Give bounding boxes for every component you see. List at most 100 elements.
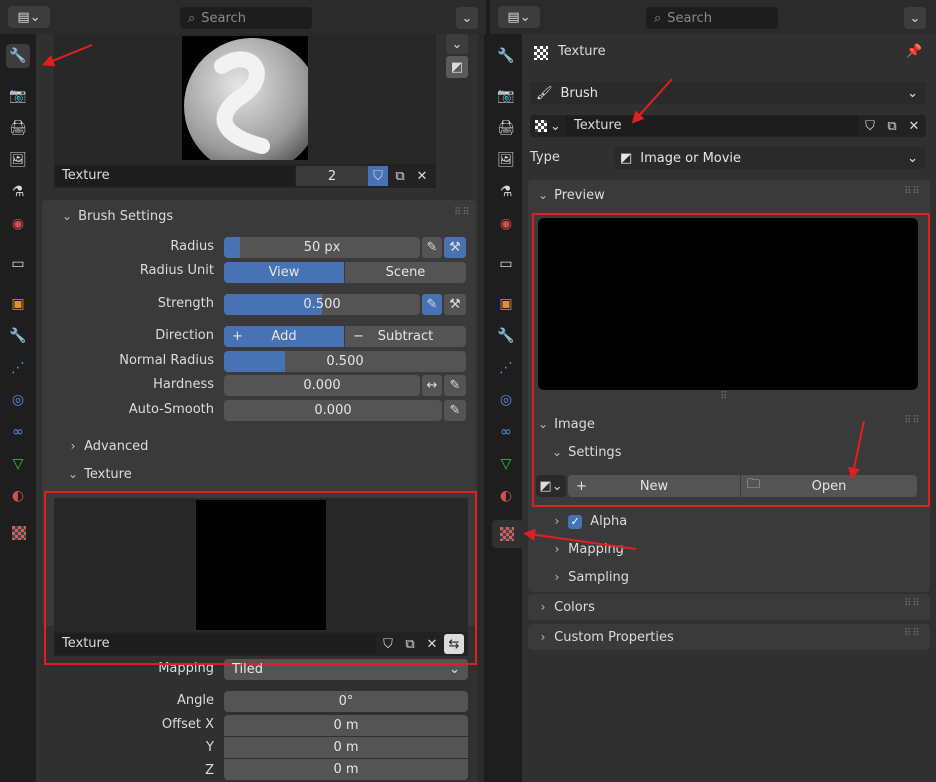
- material-tab-icon[interactable]: ◐: [6, 484, 30, 508]
- tool-icon: ⚒: [449, 297, 461, 312]
- output-tab-icon[interactable]: 🖨: [6, 116, 30, 140]
- brush-thumbnail[interactable]: [182, 36, 308, 160]
- scene-tab-icon[interactable]: ⚗: [494, 180, 518, 204]
- texture-tab-active[interactable]: [492, 520, 522, 548]
- left-tab-bar: 🔧 📷 🖨 🖼 ⚗ ◉ ▭ ▣ 🔧 ⋰ ◎ ∞ ▽ ◐: [0, 34, 36, 782]
- radius-label: Radius: [170, 239, 214, 254]
- tool-tab-icon[interactable]: 🔧: [6, 44, 30, 68]
- duplicate-button[interactable]: ⧉: [390, 166, 410, 186]
- radius-unit-scene[interactable]: Scene: [345, 262, 466, 283]
- drag-handle-icon[interactable]: ⠿⠿: [904, 628, 921, 639]
- preview-header[interactable]: ⌄ Preview: [536, 185, 836, 205]
- strength-pressure-button[interactable]: ✎: [422, 294, 442, 315]
- type-dropdown[interactable]: ◩ Image or Movie ⌄: [614, 147, 926, 169]
- radius-field[interactable]: 50 px: [224, 237, 420, 258]
- search-input[interactable]: ⌕ Search: [646, 7, 778, 29]
- normal-radius-label: Normal Radius: [119, 353, 214, 368]
- auto-smooth-field[interactable]: 0.000: [224, 400, 442, 421]
- drag-handle-icon[interactable]: ⠿⠿: [904, 598, 921, 609]
- hardness-pressure-button[interactable]: ✎: [444, 375, 466, 396]
- fake-user-button[interactable]: ⛉: [368, 166, 388, 186]
- normal-radius-field[interactable]: 0.500: [224, 351, 466, 372]
- close-icon: ✕: [416, 168, 428, 184]
- physics-tab-icon[interactable]: ◎: [494, 388, 518, 412]
- texture-tab-icon[interactable]: [12, 526, 26, 540]
- direction-subtract-button[interactable]: − Subtract: [345, 326, 466, 347]
- chevron-down-icon: ⌄: [461, 10, 473, 26]
- collection-tab-icon[interactable]: ▭: [494, 252, 518, 276]
- unlink-button[interactable]: ✕: [412, 166, 432, 186]
- texture-datablock-row: ⌄ Texture ⛉ ⧉ ✕: [530, 115, 926, 137]
- object-tab-icon[interactable]: ▣: [494, 292, 518, 316]
- view-layer-tab-icon[interactable]: 🖼: [494, 148, 518, 172]
- auto-smooth-label: Auto-Smooth: [128, 402, 214, 417]
- offset-x-field[interactable]: 0 m: [224, 715, 468, 736]
- pin-icon[interactable]: 📌: [906, 44, 922, 59]
- close-icon: ✕: [908, 118, 920, 134]
- view-layer-tab-icon[interactable]: 🖼: [6, 148, 30, 172]
- radius-unified-button[interactable]: ⚒: [444, 237, 466, 258]
- direction-label: Direction: [155, 328, 214, 343]
- search-input[interactable]: ⌕ Search: [180, 7, 312, 29]
- strength-unified-button[interactable]: ⚒: [444, 294, 466, 315]
- duplicate-button[interactable]: ⧉: [882, 116, 902, 136]
- image-browse-button[interactable]: ◩: [446, 56, 468, 78]
- hardness-invert-button[interactable]: ↔: [422, 375, 442, 396]
- particles-tab-icon[interactable]: ⋰: [494, 356, 518, 380]
- texture-name-field[interactable]: Texture: [566, 116, 858, 136]
- radius-unit-view[interactable]: View: [224, 262, 344, 283]
- copy-icon: ⧉: [887, 118, 897, 134]
- scene-tab-icon[interactable]: ⚗: [6, 180, 30, 204]
- advanced-subpanel-header[interactable]: › Advanced: [66, 436, 366, 456]
- offset-y-field[interactable]: 0 m: [224, 737, 468, 758]
- brush-selector[interactable]: 🖌 Brush ⌄: [530, 82, 926, 104]
- tool-tab-icon[interactable]: 🔧: [494, 44, 518, 68]
- auto-smooth-pressure-button[interactable]: ✎: [444, 400, 466, 421]
- custom-properties-header[interactable]: › Custom Properties: [536, 627, 836, 647]
- alpha-checkbox[interactable]: ✓: [568, 515, 583, 529]
- world-tab-icon[interactable]: ◉: [6, 212, 30, 236]
- data-tab-icon[interactable]: ▽: [494, 452, 518, 476]
- left-properties-panel: ⌄ ◩ Texture 2 ⛉ ⧉ ✕ ⌄ Brush Settings ⠿⠿ …: [36, 34, 478, 782]
- data-tab-icon[interactable]: ▽: [6, 452, 30, 476]
- image-icon: ◩: [450, 59, 464, 75]
- direction-add-button[interactable]: + Add: [224, 326, 344, 347]
- constraints-tab-icon[interactable]: ∞: [494, 420, 518, 444]
- render-tab-icon[interactable]: 📷: [6, 84, 30, 108]
- header-dropdown-button[interactable]: ⌄: [904, 7, 926, 29]
- brush-settings-header[interactable]: ⌄ Brush Settings: [60, 206, 460, 226]
- users-count[interactable]: 2: [296, 166, 368, 186]
- editor-type-button[interactable]: ▤⌄: [8, 6, 50, 28]
- physics-tab-icon[interactable]: ◎: [6, 388, 30, 412]
- editor-type-button[interactable]: ▤⌄: [498, 6, 540, 28]
- output-tab-icon[interactable]: 🖨: [494, 116, 518, 140]
- particles-tab-icon[interactable]: ⋰: [6, 356, 30, 380]
- preview-expand-button[interactable]: ⌄: [446, 34, 468, 54]
- render-tab-icon[interactable]: 📷: [494, 84, 518, 108]
- material-tab-icon[interactable]: ◐: [494, 484, 518, 508]
- texture-browse-button[interactable]: ⌄: [532, 116, 564, 136]
- modifier-tab-icon[interactable]: 🔧: [6, 324, 30, 348]
- drag-handle-icon[interactable]: ⠿⠿: [454, 207, 471, 218]
- unlink-button[interactable]: ✕: [904, 116, 924, 136]
- colors-header[interactable]: › Colors: [536, 597, 836, 617]
- angle-field[interactable]: 0°: [224, 691, 468, 712]
- object-tab-icon[interactable]: ▣: [6, 292, 30, 316]
- constraints-tab-icon[interactable]: ∞: [6, 420, 30, 444]
- alpha-subpanel-header[interactable]: › ✓ Alpha: [550, 511, 850, 531]
- fake-user-button[interactable]: ⛉: [860, 116, 880, 136]
- offset-z-field[interactable]: 0 m: [224, 759, 468, 780]
- header-dropdown-button[interactable]: ⌄: [456, 7, 478, 29]
- world-tab-icon[interactable]: ◉: [494, 212, 518, 236]
- texture-subpanel-header[interactable]: ⌄ Texture: [66, 464, 366, 484]
- collection-tab-icon[interactable]: ▭: [6, 252, 30, 276]
- strength-field[interactable]: 0.500: [224, 294, 420, 315]
- radius-pressure-button[interactable]: ✎: [422, 237, 442, 258]
- hardness-field[interactable]: 0.000: [224, 375, 420, 396]
- texture-name-field[interactable]: Texture: [56, 166, 294, 186]
- sampling-subpanel-header[interactable]: › Sampling: [550, 567, 850, 587]
- drag-handle-icon[interactable]: ⠿⠿: [904, 186, 921, 197]
- copy-icon: ⧉: [395, 168, 405, 184]
- left-scrollbar[interactable]: [478, 34, 484, 782]
- modifier-tab-icon[interactable]: 🔧: [494, 324, 518, 348]
